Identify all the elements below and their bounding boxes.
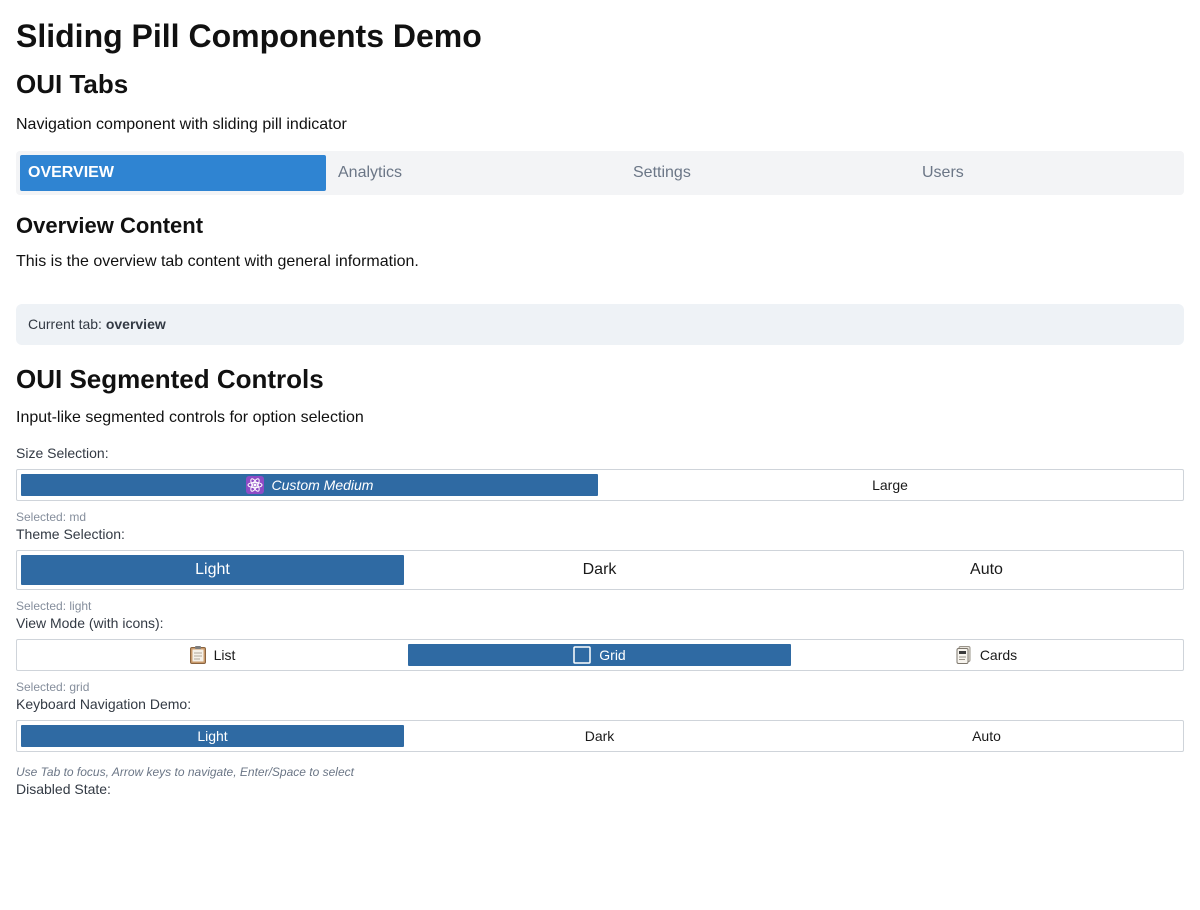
disabled-state-label: Disabled State:	[16, 781, 111, 797]
square-icon	[573, 646, 592, 664]
size-option-medium-label: Custom Medium	[271, 477, 374, 493]
current-tab-info: Current tab: overview	[16, 304, 1184, 345]
keyboard-option-auto[interactable]: Auto	[795, 725, 1178, 747]
theme-option-dark[interactable]: Dark	[408, 555, 791, 585]
keyboard-demo-label: Keyboard Navigation Demo:	[16, 696, 192, 712]
tab-content-heading: Overview Content	[16, 213, 204, 238]
view-option-list[interactable]: List	[21, 644, 404, 666]
current-tab-value: overview	[105, 316, 166, 332]
keyboard-segmented-control: Light Dark Auto	[16, 720, 1184, 752]
current-tab-label: Current tab:	[28, 316, 102, 332]
atom-icon	[245, 476, 264, 494]
clipboard-icon	[189, 646, 206, 664]
view-option-list-label: List	[213, 647, 236, 663]
page: Sliding Pill Components Demo OUI Tabs Na…	[0, 0, 1200, 797]
view-mode-segmented-control: List Grid Cards	[16, 639, 1184, 671]
keyboard-hint: Use Tab to focus, Arrow keys to navigate…	[16, 765, 354, 779]
view-mode-label: View Mode (with icons):	[16, 615, 164, 631]
keyboard-option-light[interactable]: Light	[21, 725, 404, 747]
tab-analytics[interactable]: Analytics	[338, 155, 402, 191]
tabs-description: Navigation component with sliding pill i…	[16, 116, 347, 133]
size-segmented-control: Custom Medium Large	[16, 469, 1184, 501]
size-option-large[interactable]: Large	[599, 474, 1181, 496]
tab-users[interactable]: Users	[922, 155, 964, 191]
view-option-cards[interactable]: Cards	[795, 644, 1178, 666]
keyboard-option-dark[interactable]: Dark	[408, 725, 791, 747]
segmented-heading: OUI Segmented Controls	[16, 364, 324, 394]
theme-option-auto[interactable]: Auto	[795, 555, 1178, 585]
theme-segmented-control: Light Dark Auto	[16, 550, 1184, 590]
size-option-medium[interactable]: Custom Medium	[21, 474, 598, 496]
view-option-cards-label: Cards	[979, 647, 1018, 663]
tab-overview[interactable]: OVERVIEW	[20, 155, 326, 191]
view-option-grid[interactable]: Grid	[408, 644, 791, 666]
tab-content-text: This is the overview tab content with ge…	[16, 253, 419, 270]
view-selected-note: Selected: grid	[16, 680, 90, 694]
segmented-description: Input-like segmented controls for option…	[16, 409, 364, 426]
theme-option-light[interactable]: Light	[21, 555, 404, 585]
size-selected-note: Selected: md	[16, 510, 87, 524]
tabs-heading: OUI Tabs	[16, 69, 129, 99]
theme-selected-note: Selected: light	[16, 599, 92, 613]
theme-selection-label: Theme Selection:	[16, 526, 125, 542]
cards-icon	[956, 646, 972, 664]
page-title: Sliding Pill Components Demo	[16, 18, 482, 54]
view-option-grid-label: Grid	[599, 647, 626, 663]
tab-bar: OVERVIEW Analytics Settings Users	[16, 151, 1184, 195]
size-selection-label: Size Selection:	[16, 445, 109, 461]
tab-settings[interactable]: Settings	[633, 155, 691, 191]
